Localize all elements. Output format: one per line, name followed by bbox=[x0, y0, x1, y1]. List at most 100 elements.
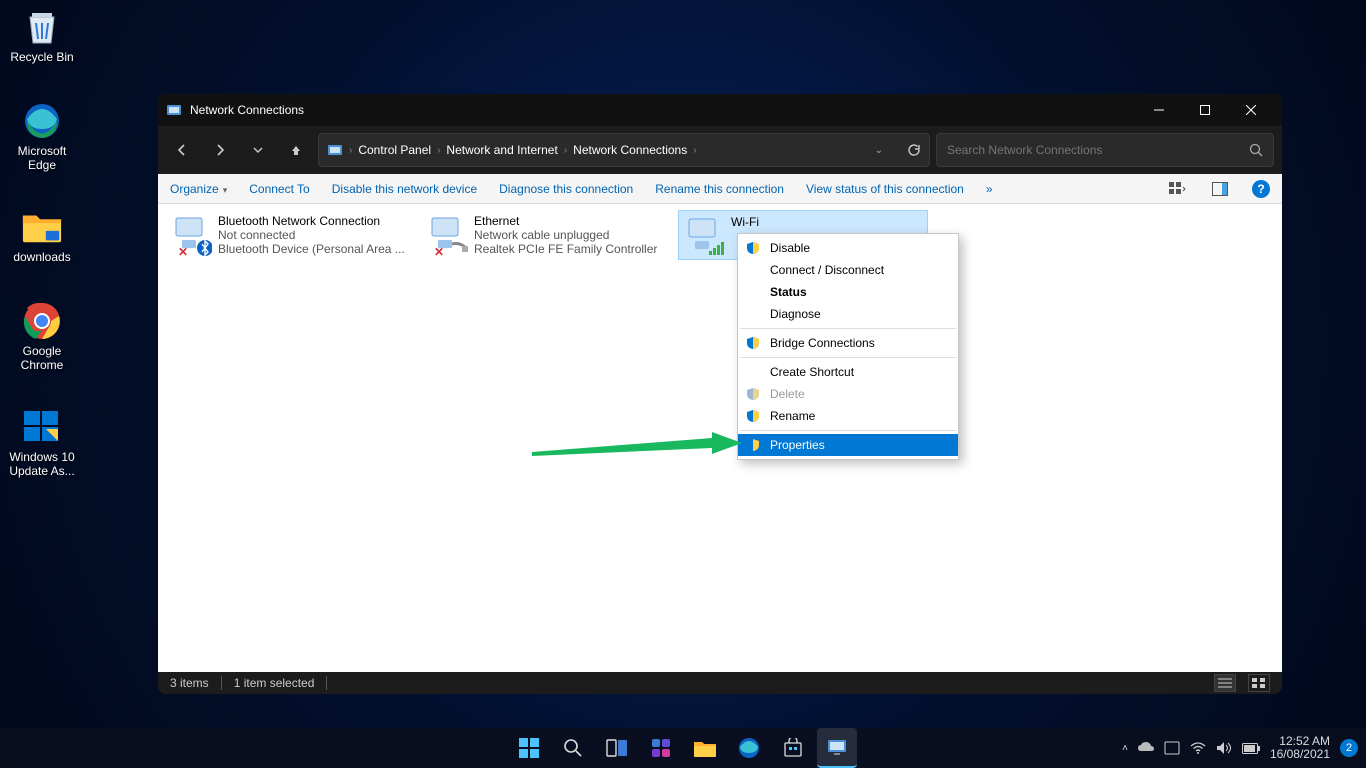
minimize-button[interactable] bbox=[1136, 94, 1182, 126]
edge-taskbar-button[interactable] bbox=[729, 728, 769, 768]
search-box[interactable] bbox=[936, 133, 1274, 167]
svg-text:✕: ✕ bbox=[434, 245, 444, 258]
window-icon bbox=[166, 102, 182, 118]
menu-item-shortcut[interactable]: Create Shortcut bbox=[738, 361, 958, 383]
view-large-icons-button[interactable] bbox=[1248, 674, 1270, 692]
control-panel-icon bbox=[327, 142, 343, 158]
language-indicator-icon[interactable] bbox=[1164, 741, 1180, 755]
more-commands-button[interactable]: » bbox=[986, 182, 993, 196]
battery-tray-icon[interactable] bbox=[1242, 743, 1260, 754]
chrome-icon bbox=[21, 300, 63, 342]
menu-item-label: Rename bbox=[770, 409, 815, 423]
chevron-right-icon: › bbox=[693, 145, 696, 156]
desktop-icon-update-assistant[interactable]: Windows 10 Update As... bbox=[5, 406, 79, 478]
desktop-icon-chrome[interactable]: Google Chrome bbox=[5, 300, 79, 372]
search-input[interactable] bbox=[947, 143, 1249, 157]
addressbar-dropdown-icon[interactable]: ⌄ bbox=[875, 145, 883, 156]
desktop-icon-label: Windows 10 Update As... bbox=[5, 450, 79, 478]
menu-item-rename[interactable]: Rename bbox=[738, 405, 958, 427]
connection-item-bluetooth[interactable]: ✕ Bluetooth Network Connection Not conne… bbox=[166, 210, 416, 260]
connection-item-ethernet[interactable]: ✕ Ethernet Network cable unplugged Realt… bbox=[422, 210, 672, 260]
notification-badge[interactable]: 2 bbox=[1340, 739, 1358, 757]
back-button[interactable] bbox=[166, 134, 198, 166]
widgets-button[interactable] bbox=[641, 728, 681, 768]
folder-icon bbox=[21, 206, 63, 248]
recycle-bin-icon bbox=[21, 6, 63, 48]
annotation-arrow bbox=[532, 432, 742, 462]
desktop-icon-recycle-bin[interactable]: Recycle Bin bbox=[5, 6, 79, 64]
breadcrumb-segment[interactable]: Network Connections bbox=[573, 143, 687, 157]
bluetooth-connection-icon: ✕ bbox=[172, 214, 212, 258]
menu-item-label: Diagnose bbox=[770, 307, 821, 321]
store-button[interactable] bbox=[773, 728, 813, 768]
maximize-button[interactable] bbox=[1182, 94, 1228, 126]
start-button[interactable] bbox=[509, 728, 549, 768]
tray-overflow-button[interactable]: ˄ bbox=[1122, 743, 1128, 754]
shield-icon bbox=[746, 387, 760, 401]
system-tray: ˄ 12:52 AM 16/08/2021 2 bbox=[1122, 735, 1358, 761]
task-view-button[interactable] bbox=[597, 728, 637, 768]
menu-item-diagnose[interactable]: Diagnose bbox=[738, 303, 958, 325]
ethernet-connection-icon: ✕ bbox=[428, 214, 468, 258]
connection-name: Wi-Fi bbox=[731, 215, 921, 229]
view-details-button[interactable] bbox=[1214, 674, 1236, 692]
content-area[interactable]: ✕ Bluetooth Network Connection Not conne… bbox=[158, 204, 1282, 672]
volume-tray-icon[interactable] bbox=[1216, 741, 1232, 755]
breadcrumb-segment[interactable]: Network and Internet bbox=[446, 143, 557, 157]
desktop-icon-label: Recycle Bin bbox=[5, 50, 79, 64]
connect-to-button[interactable]: Connect To bbox=[249, 182, 310, 196]
taskbar[interactable]: ˄ 12:52 AM 16/08/2021 2 bbox=[0, 728, 1366, 768]
shield-icon bbox=[746, 336, 760, 350]
taskbar-center bbox=[509, 728, 857, 768]
taskbar-search-button[interactable] bbox=[553, 728, 593, 768]
menu-separator bbox=[740, 357, 956, 358]
address-bar[interactable]: › Control Panel › Network and Internet ›… bbox=[318, 133, 930, 167]
forward-button[interactable] bbox=[204, 134, 236, 166]
context-menu: Disable Connect / Disconnect Status Diag… bbox=[737, 233, 959, 460]
status-bar: 3 items 1 item selected bbox=[158, 672, 1282, 694]
menu-item-label: Properties bbox=[770, 438, 825, 452]
nav-toolbar: › Control Panel › Network and Internet ›… bbox=[158, 126, 1282, 174]
disable-device-button[interactable]: Disable this network device bbox=[332, 182, 477, 196]
desktop-icon-edge[interactable]: Microsoft Edge bbox=[5, 100, 79, 172]
desktop-icon-downloads[interactable]: downloads bbox=[5, 206, 79, 264]
desktop-icon-label: Microsoft Edge bbox=[5, 144, 79, 172]
command-bar: Organize Connect To Disable this network… bbox=[158, 174, 1282, 204]
menu-item-status[interactable]: Status bbox=[738, 281, 958, 303]
menu-item-label: Status bbox=[770, 285, 807, 299]
desktop-icon-label: downloads bbox=[5, 250, 79, 264]
menu-item-label: Disable bbox=[770, 241, 810, 255]
preview-pane-button[interactable] bbox=[1210, 179, 1230, 199]
connection-status: Network cable unplugged bbox=[474, 228, 666, 242]
network-connections-window: Network Connections › Control Panel › Ne… bbox=[158, 94, 1282, 694]
edge-icon bbox=[21, 100, 63, 142]
onedrive-icon[interactable] bbox=[1138, 742, 1154, 754]
view-options-button[interactable] bbox=[1168, 179, 1188, 199]
menu-item-disable[interactable]: Disable bbox=[738, 237, 958, 259]
title-bar[interactable]: Network Connections bbox=[158, 94, 1282, 126]
close-button[interactable] bbox=[1228, 94, 1274, 126]
wifi-tray-icon[interactable] bbox=[1190, 742, 1206, 754]
network-connections-taskbar-button[interactable] bbox=[817, 728, 857, 768]
recent-locations-button[interactable] bbox=[242, 134, 274, 166]
view-status-button[interactable]: View status of this connection bbox=[806, 182, 964, 196]
date-text: 16/08/2021 bbox=[1270, 748, 1330, 761]
breadcrumb-segment[interactable]: Control Panel bbox=[358, 143, 431, 157]
clock[interactable]: 12:52 AM 16/08/2021 bbox=[1270, 735, 1330, 761]
file-explorer-button[interactable] bbox=[685, 728, 725, 768]
desktop-icon-label: Google Chrome bbox=[5, 344, 79, 372]
help-button[interactable]: ? bbox=[1252, 180, 1270, 198]
menu-item-label: Connect / Disconnect bbox=[770, 263, 884, 277]
connection-name: Ethernet bbox=[474, 214, 666, 228]
shield-icon bbox=[746, 409, 760, 423]
refresh-button[interactable] bbox=[907, 143, 921, 157]
connection-status: Not connected bbox=[218, 228, 410, 242]
menu-item-bridge[interactable]: Bridge Connections bbox=[738, 332, 958, 354]
menu-item-connect[interactable]: Connect / Disconnect bbox=[738, 259, 958, 281]
organize-menu[interactable]: Organize bbox=[170, 182, 227, 196]
rename-connection-button[interactable]: Rename this connection bbox=[655, 182, 784, 196]
connection-detail: Realtek PCIe FE Family Controller bbox=[474, 242, 666, 256]
diagnose-connection-button[interactable]: Diagnose this connection bbox=[499, 182, 633, 196]
up-button[interactable] bbox=[280, 134, 312, 166]
menu-item-properties[interactable]: Properties bbox=[738, 434, 958, 456]
